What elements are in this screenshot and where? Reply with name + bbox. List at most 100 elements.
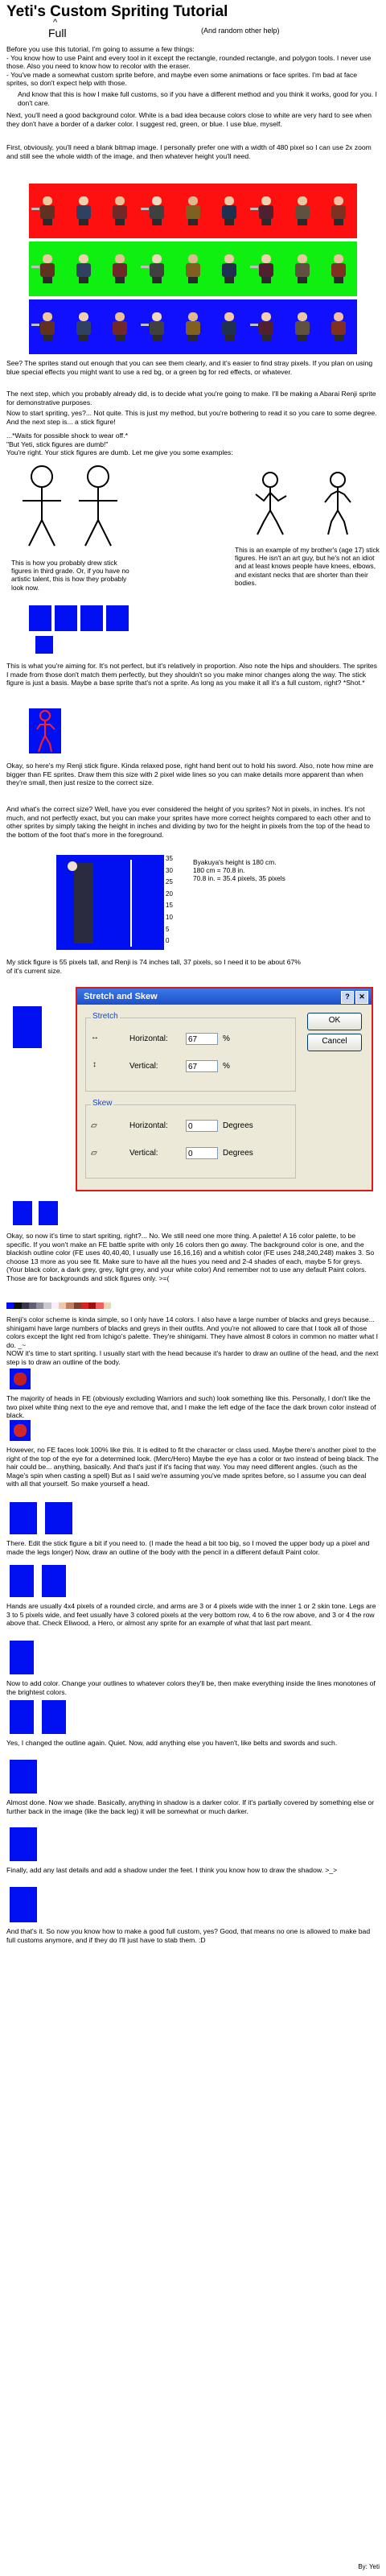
stretch-group-label: Stretch — [91, 1012, 120, 1021]
skew-vertical-icon: ▱ — [91, 1149, 97, 1158]
band-sprite — [74, 254, 93, 283]
band-sprite — [220, 196, 239, 225]
renji-stick-drawing — [36, 710, 55, 753]
skew-horizontal-icon: ▱ — [91, 1121, 97, 1130]
ruler-tick: 0 — [166, 937, 170, 945]
paragraph-conclusion: And that's it. So now you know how to ma… — [6, 1927, 371, 1944]
renji-stick-figure — [29, 708, 61, 753]
dialog-title-bar: Stretch and Skew ? ✕ — [77, 989, 372, 1005]
byakuya-head — [68, 861, 77, 871]
paragraph-decide: The next step, which you probably alread… — [6, 390, 376, 407]
help-button[interactable]: ? — [341, 991, 354, 1004]
skew-vertical-unit: Degrees — [223, 1149, 253, 1158]
ruler-tick: 30 — [166, 866, 173, 874]
ruler-tick: 15 — [166, 902, 173, 910]
band-sprite — [293, 312, 312, 341]
skew-horizontal-input[interactable]: 0 — [186, 1120, 218, 1132]
skew-group: Skew ▱ Horizontal: 0 Degrees ▱ Vertical:… — [85, 1099, 296, 1179]
band-sprite — [220, 312, 239, 341]
page-subtitle: (And random other help) — [201, 27, 280, 35]
tutorial-page: Yeti's Custom Spriting Tutorial ^ Full (… — [0, 0, 386, 2576]
byakuya-height-example — [56, 855, 164, 950]
head-on-stick-1 — [10, 1502, 37, 1534]
paragraph-stick-figure: Now to start spriting, yes?... Not quite… — [6, 409, 377, 426]
band-sprite — [183, 196, 203, 225]
head-example — [10, 1368, 31, 1389]
stretch-vertical-icon: ↕ — [92, 1060, 96, 1069]
band-sprite — [110, 196, 129, 225]
stretch-vertical-label: Vertical: — [129, 1062, 158, 1071]
caption-brother-stick: This is an example of my brother's (age … — [235, 546, 380, 587]
band-sprite — [140, 254, 166, 283]
paragraph-palette: Okay, so now it's time to start spriting… — [6, 1232, 375, 1282]
band-sprite — [329, 196, 348, 225]
band-sprite — [249, 312, 276, 341]
cancel-button[interactable]: Cancel — [307, 1034, 362, 1051]
band-sprite — [110, 312, 129, 341]
close-button[interactable]: ✕ — [355, 991, 368, 1004]
paragraph-blank-bitmap: First, obviously, you'll need a blank bi… — [6, 143, 372, 160]
stretch-vertical-input[interactable]: 67 — [186, 1060, 218, 1072]
ruler-tick: 10 — [166, 913, 173, 921]
color-palette — [6, 1302, 111, 1309]
band-sprite — [74, 196, 93, 225]
outline-stage-sprite — [10, 1641, 34, 1674]
brother-stick-figures — [255, 472, 351, 535]
skew-horizontal-label: Horizontal: — [129, 1121, 168, 1130]
example-sprite-5 — [35, 636, 53, 654]
page-title: Yeti's Custom Spriting Tutorial — [6, 3, 228, 20]
ruler-tick: 20 — [166, 890, 173, 898]
band-sprite — [31, 196, 57, 225]
paragraph-belts-swords: Yes, I changed the outline again. Quiet.… — [6, 1739, 338, 1747]
paragraph-start-spriting: NOW it's time to start spriting. I usual… — [6, 1349, 379, 1366]
title-full-word: Full — [48, 27, 67, 39]
dialog-window-buttons: ? ✕ — [341, 991, 368, 1004]
band-sprite — [31, 312, 57, 341]
shaded-sprite — [10, 1827, 37, 1861]
stick-figure-before-resize — [13, 1006, 42, 1048]
ruler-tick: 5 — [166, 925, 170, 933]
color-stage-sprite-2 — [42, 1700, 66, 1734]
band-sprite — [293, 254, 312, 283]
byakuya-sprite — [74, 863, 93, 943]
paragraph-method: And know that this is how I make full cu… — [18, 90, 377, 107]
paragraph-renji: Okay, so here's my Renji stick figure. K… — [6, 762, 374, 787]
stretch-vertical-unit: % — [223, 1062, 230, 1071]
color-stage-sprite-1 — [10, 1700, 34, 1734]
ruler-tick: 35 — [166, 855, 173, 862]
paragraph-intro: Before you use this tutorial, I'm going … — [6, 45, 372, 88]
paragraph-renji-colors: Renji's color scheme is kinda simple, so… — [6, 1315, 378, 1349]
stretch-horizontal-label: Horizontal: — [129, 1034, 168, 1043]
paragraph-stand-out: See? The sprites stand out enough that y… — [6, 359, 373, 376]
paragraph-fe-heads: The majority of heads in FE (obviously e… — [6, 1394, 376, 1420]
paragraph-shock: ...*Waits for possible shock to wear off… — [6, 431, 233, 457]
stick-figure-resized-copy — [39, 1201, 58, 1225]
paragraph-aiming: This is what you're aiming for. It's not… — [6, 662, 377, 687]
paragraph-correct-size: And what's the correct size? Well, have … — [6, 805, 371, 839]
belts-stage-sprite — [10, 1760, 37, 1794]
body-outline-2 — [42, 1565, 66, 1597]
band-sprite — [31, 254, 57, 283]
skew-vertical-label: Vertical: — [129, 1149, 158, 1158]
skew-horizontal-unit: Degrees — [223, 1121, 253, 1130]
band-sprite — [249, 254, 276, 283]
paragraph-add-color: Now to add color. Change your outlines t… — [6, 1679, 376, 1696]
renji-head-hair — [14, 1424, 27, 1437]
ok-button[interactable]: OK — [307, 1013, 362, 1030]
example-sprite-1 — [29, 605, 51, 631]
ruler-labels: 35 30 25 20 15 10 5 0 — [166, 853, 173, 947]
stretch-horizontal-input[interactable]: 67 — [186, 1033, 218, 1045]
bad-stick-figures — [23, 465, 117, 547]
green-background-band — [29, 242, 357, 296]
band-sprite — [249, 196, 276, 225]
renji-head-sprite — [10, 1420, 31, 1441]
stretch-horizontal-icon: ↔ — [91, 1033, 99, 1042]
band-sprite — [329, 254, 348, 283]
head-on-stick-2 — [45, 1502, 72, 1534]
caption-bad-stick: This is how you probably drew stick figu… — [11, 559, 129, 592]
example-sprite-3 — [80, 605, 103, 631]
paragraph-edit-stick: There. Edit the stick figure a bit if yo… — [6, 1539, 370, 1556]
paragraph-shadow: Finally, add any last details and add a … — [6, 1866, 338, 1874]
example-sprite-4 — [106, 605, 129, 631]
skew-vertical-input[interactable]: 0 — [186, 1147, 218, 1159]
